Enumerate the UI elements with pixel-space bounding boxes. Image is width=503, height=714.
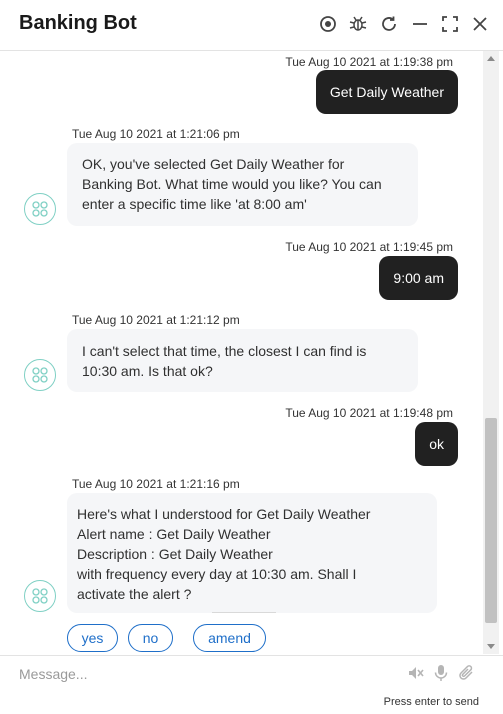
message-timestamp: Tue Aug 10 2021 at 1:19:48 pm — [285, 406, 453, 420]
send-hint: Press enter to send — [383, 696, 479, 708]
bot-message-line: 10:30 am. Is that ok? — [82, 363, 213, 379]
message-timestamp: Tue Aug 10 2021 at 1:21:06 pm — [72, 127, 240, 141]
message-timestamp: Tue Aug 10 2021 at 1:19:38 pm — [285, 55, 453, 69]
user-message-bubble: ok — [415, 422, 458, 466]
bot-message-bubble: OK, you've selected Get Daily Weather fo… — [67, 143, 418, 226]
bot-avatar-icon — [32, 588, 48, 604]
attachment-icon[interactable] — [458, 664, 476, 682]
bot-message-line: OK, you've selected Get Daily Weather fo… — [82, 156, 345, 172]
bot-message-line: with frequency every day at 10:30 am. Sh… — [77, 566, 357, 582]
microphone-icon[interactable] — [432, 664, 450, 682]
bot-message-line: activate the alert ? — [77, 586, 192, 602]
message-composer: Press enter to send — [0, 655, 503, 714]
divider — [212, 612, 276, 613]
message-timestamp: Tue Aug 10 2021 at 1:21:12 pm — [72, 313, 240, 327]
chat-transcript: Tue Aug 10 2021 at 1:19:38 pm Get Daily … — [0, 51, 483, 654]
quick-reply-amend[interactable]: amend — [193, 624, 266, 652]
quick-reply-yes[interactable]: yes — [67, 624, 118, 652]
bot-avatar — [24, 359, 56, 391]
chat-header: Banking Bot — [0, 0, 503, 51]
minimize-icon[interactable] — [410, 14, 430, 34]
message-timestamp: Tue Aug 10 2021 at 1:19:45 pm — [285, 240, 453, 254]
bot-message-line: enter a specific time like 'at 8:00 am' — [82, 196, 307, 212]
bot-title: Banking Bot — [19, 12, 137, 34]
bot-avatar-icon — [32, 201, 48, 217]
bug-icon[interactable] — [348, 14, 368, 34]
scroll-up-arrow-icon[interactable] — [487, 56, 495, 61]
bot-message-line: I can't select that time, the closest I … — [82, 343, 367, 359]
refresh-icon[interactable] — [379, 14, 399, 34]
user-message-bubble: 9:00 am — [379, 256, 458, 300]
user-message-bubble: Get Daily Weather — [315, 70, 458, 114]
message-input[interactable] — [19, 664, 389, 684]
bot-message-line: Here's what I understood for Get Daily W… — [77, 506, 371, 522]
quick-reply-no[interactable]: no — [128, 624, 173, 652]
bot-avatar — [24, 193, 56, 225]
bot-avatar-icon — [32, 367, 48, 383]
mute-icon[interactable] — [407, 664, 425, 682]
bot-message-bubble: Here's what I understood for Get Daily W… — [67, 493, 437, 613]
bot-message-line: Description : Get Daily Weather — [77, 546, 273, 562]
bot-message-line: Banking Bot. What time would you like? Y… — [82, 176, 382, 192]
scrollbar-thumb[interactable] — [485, 418, 497, 623]
expand-icon[interactable] — [440, 14, 460, 34]
close-icon[interactable] — [470, 14, 490, 34]
chat-scrollbar[interactable] — [483, 51, 499, 654]
scroll-down-arrow-icon[interactable] — [487, 644, 495, 649]
message-timestamp: Tue Aug 10 2021 at 1:21:16 pm — [72, 477, 240, 491]
record-icon[interactable] — [318, 14, 338, 34]
bot-message-bubble: I can't select that time, the closest I … — [67, 329, 418, 392]
bot-avatar — [24, 580, 56, 612]
bot-message-line: Alert name : Get Daily Weather — [77, 526, 271, 542]
